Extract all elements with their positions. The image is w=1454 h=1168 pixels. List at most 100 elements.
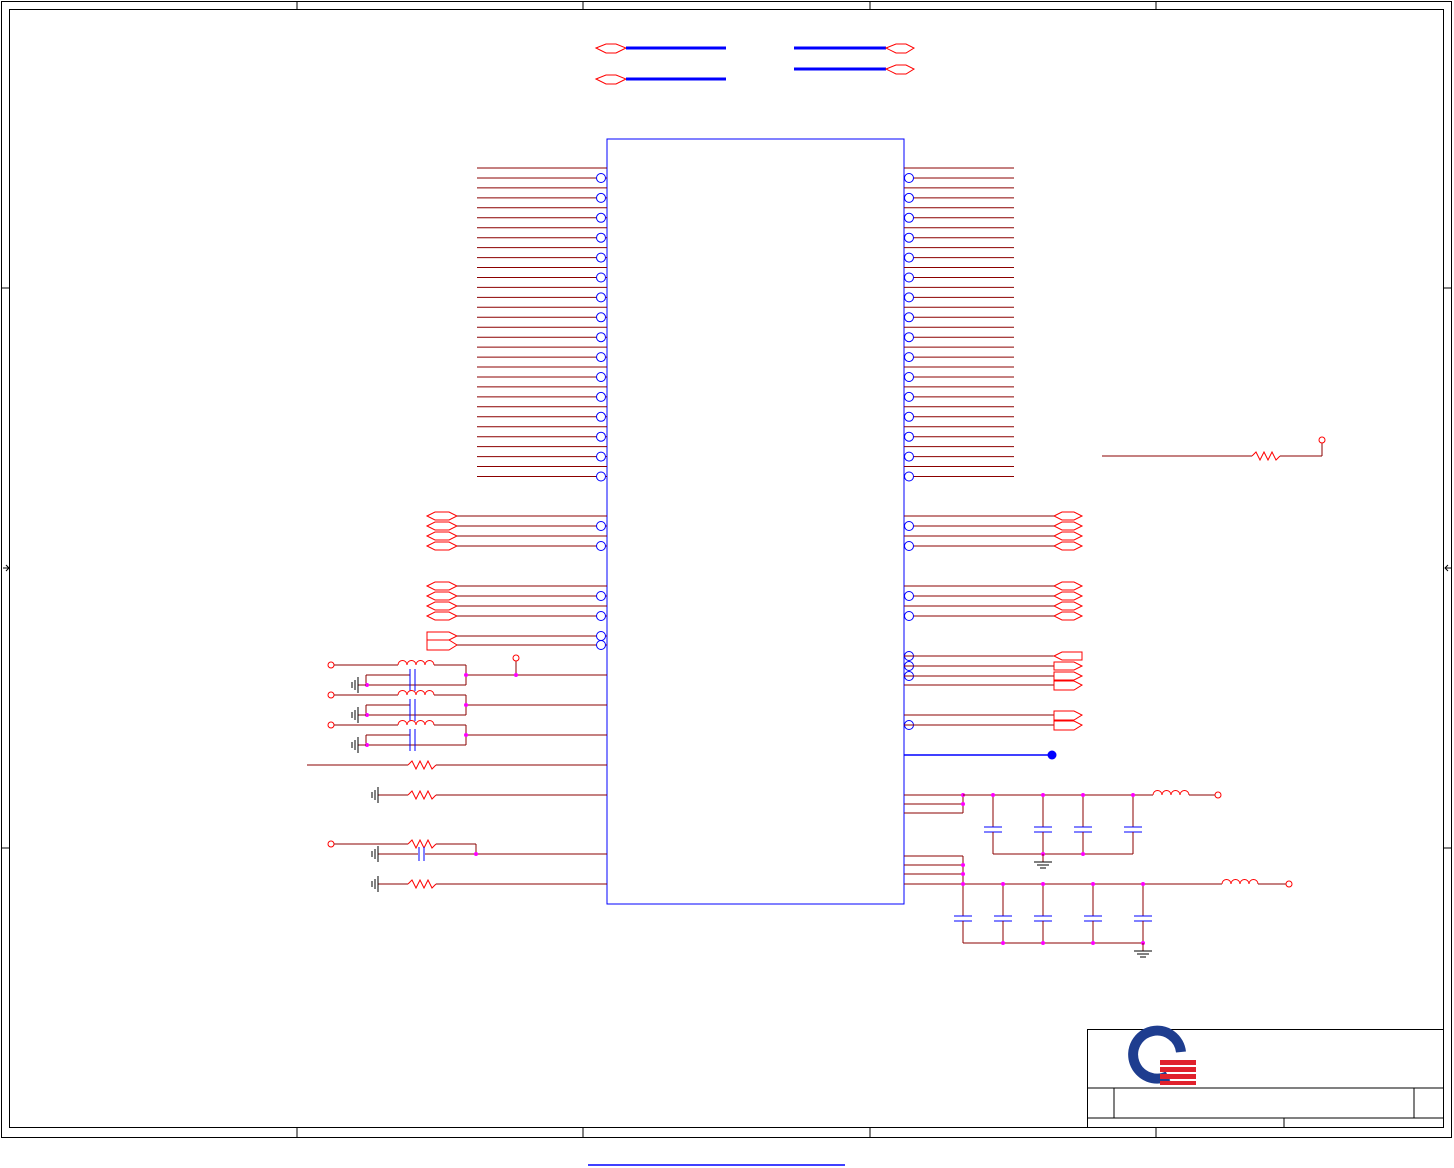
left-bottom-resistors bbox=[307, 759, 607, 890]
diff-port bbox=[425, 511, 459, 521]
diff-port bbox=[1052, 601, 1084, 611]
pin-circle bbox=[596, 591, 606, 601]
diff-port bbox=[1052, 511, 1084, 521]
pin-circle bbox=[904, 173, 914, 183]
junction bbox=[1081, 852, 1085, 856]
pin-circle bbox=[904, 471, 914, 482]
pin-circle bbox=[596, 292, 606, 303]
diff-port bbox=[1052, 581, 1084, 591]
power-port bbox=[327, 691, 335, 699]
junction bbox=[1041, 941, 1045, 945]
diff-port bbox=[1052, 591, 1084, 601]
right-decoupling bbox=[904, 790, 1293, 958]
pin-circle bbox=[904, 332, 914, 343]
zone-arrow-right bbox=[1444, 564, 1451, 572]
schematic-sheet bbox=[1, 1, 1452, 1166]
pin-circle bbox=[596, 411, 606, 422]
pin-circle bbox=[596, 232, 606, 243]
pin-circle bbox=[596, 352, 606, 363]
pin-circle bbox=[596, 431, 606, 442]
ferrite-bead bbox=[397, 690, 435, 696]
junction bbox=[1131, 793, 1135, 797]
zone-arrow-left bbox=[3, 564, 10, 572]
pin-circle bbox=[904, 232, 914, 243]
diff-port bbox=[1052, 521, 1084, 531]
pin-circle bbox=[904, 431, 914, 442]
pin-circle bbox=[596, 391, 606, 402]
diff-port bbox=[425, 521, 459, 531]
power-port bbox=[1285, 880, 1293, 888]
diff-port bbox=[425, 601, 459, 611]
pin-circle bbox=[904, 272, 914, 283]
left-bottom-rc bbox=[327, 838, 607, 861]
pin-circle bbox=[596, 372, 606, 382]
junction bbox=[1081, 793, 1085, 797]
pin-circle bbox=[904, 521, 914, 531]
pin-circle bbox=[904, 411, 914, 422]
junction bbox=[464, 733, 468, 737]
power-port-left bbox=[512, 654, 520, 677]
junction bbox=[1041, 793, 1045, 797]
pin-circle bbox=[904, 611, 914, 621]
right-bus-pins bbox=[904, 167, 1014, 482]
pin-circle bbox=[904, 312, 914, 323]
pin-circle bbox=[596, 332, 606, 343]
power-port bbox=[1214, 791, 1222, 799]
diff-port bbox=[425, 531, 459, 541]
junction bbox=[1041, 882, 1045, 886]
diff-port bbox=[425, 541, 459, 551]
pin-circle bbox=[596, 451, 606, 462]
resistor-r1 bbox=[407, 759, 437, 771]
pin-circle bbox=[596, 541, 606, 551]
junction bbox=[1091, 882, 1095, 886]
pin-circle bbox=[904, 252, 914, 263]
pin-circle bbox=[904, 451, 914, 462]
top-offsheet-ports bbox=[594, 43, 916, 85]
pin-circle bbox=[904, 372, 914, 382]
diff-port bbox=[1052, 531, 1084, 541]
pin-circle bbox=[904, 352, 914, 363]
right-output-ports bbox=[904, 651, 1084, 760]
diff-port bbox=[425, 591, 459, 601]
pin-circle bbox=[596, 252, 606, 263]
junction bbox=[961, 802, 965, 806]
left-input-ports bbox=[426, 631, 607, 651]
sheet-frame bbox=[1, 1, 1452, 1138]
right-diff-ports bbox=[904, 511, 1084, 621]
power-port bbox=[327, 661, 335, 669]
junction bbox=[1141, 882, 1145, 886]
diff-port bbox=[1052, 541, 1084, 551]
diff-port bbox=[425, 581, 459, 591]
left-bus-pins bbox=[477, 167, 607, 482]
junction bbox=[1001, 941, 1005, 945]
diff-port bbox=[1052, 611, 1084, 621]
ferrite-bead bbox=[397, 660, 435, 666]
junction bbox=[1091, 941, 1095, 945]
power-port bbox=[327, 721, 335, 729]
pin-circle bbox=[596, 192, 606, 203]
pin-circle bbox=[596, 471, 606, 482]
left-supply-filters bbox=[327, 660, 607, 753]
pin-circle bbox=[596, 521, 606, 531]
pin-circle bbox=[904, 292, 914, 303]
inductor bbox=[1221, 879, 1259, 885]
pin-circle bbox=[904, 192, 914, 203]
pin-circle bbox=[596, 173, 606, 183]
pin-circle bbox=[596, 312, 606, 323]
junction bbox=[961, 863, 965, 867]
right-pullup bbox=[1102, 436, 1326, 462]
ic-body bbox=[606, 138, 905, 905]
junction bbox=[464, 673, 468, 677]
pin-circle bbox=[596, 272, 606, 283]
pin-circle bbox=[904, 212, 914, 223]
resistor-r2 bbox=[407, 789, 437, 801]
junction bbox=[961, 882, 965, 886]
no-connect-dot bbox=[1047, 750, 1057, 760]
inductor bbox=[1152, 790, 1190, 796]
resistor-r3 bbox=[407, 878, 437, 890]
company-logo bbox=[1128, 1025, 1196, 1085]
pin-circle bbox=[904, 541, 914, 551]
left-grounds bbox=[371, 787, 379, 892]
pin-circle bbox=[904, 591, 914, 601]
pin-circle bbox=[596, 212, 606, 223]
